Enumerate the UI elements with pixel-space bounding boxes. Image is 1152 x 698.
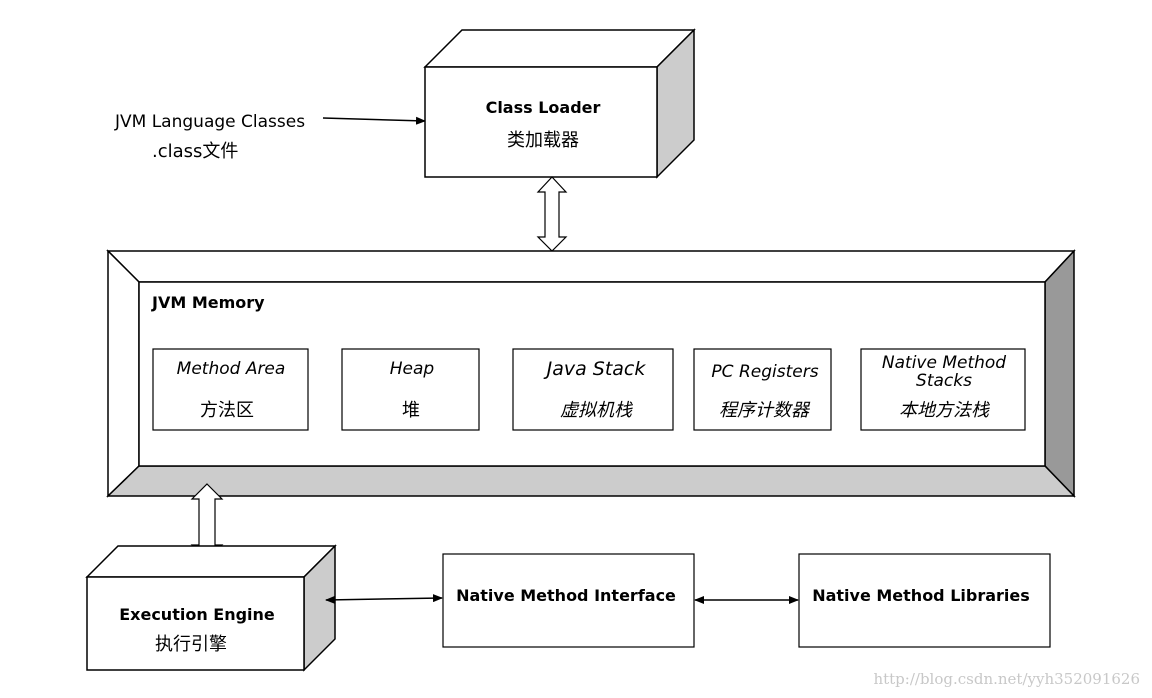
class-loader-memory-arrow: [536, 176, 568, 252]
area-cn-label: 程序计数器: [719, 400, 811, 421]
memory-area-pc-registers: PC Registers 程序计数器: [693, 348, 832, 431]
input-classes-label: JVM Language Classes .class文件: [114, 112, 305, 162]
area-cn-label: 堆: [402, 400, 420, 421]
jvm-memory-block: JVM Memory Method Area 方法区 Heap 堆 Java S…: [106, 249, 1076, 498]
memory-area-native-method-stacks: Native Method Stacks 本地方法栈: [860, 348, 1026, 431]
area-en-label: Heap: [390, 359, 435, 379]
class-loader-block: Class Loader 类加载器: [423, 28, 696, 179]
watermark: http://blog.csdn.net/yyh352091626: [873, 670, 1140, 688]
memory-area-method-area: Method Area 方法区: [152, 348, 309, 431]
input-title: JVM Language Classes: [114, 112, 305, 132]
jvm-architecture-diagram: JVM Language Classes .class文件 Class Load…: [0, 0, 1152, 698]
jvm-memory-title: JVM Memory: [151, 293, 265, 312]
native-libraries-title: Native Method Libraries: [812, 586, 1030, 605]
native-interface-title: Native Method Interface: [456, 586, 676, 605]
area-cn-label: 本地方法栈: [899, 400, 990, 421]
area-cn-label: 方法区: [200, 400, 254, 421]
area-cn-label: 虚拟机栈: [560, 400, 633, 421]
memory-area-java-stack: Java Stack 虚拟机栈: [512, 348, 674, 431]
execution-engine-title: Execution Engine: [119, 605, 275, 624]
native-method-interface-block: Native Method Interface: [442, 553, 695, 648]
engine-interface-arrow: [325, 594, 443, 604]
area-en-label: PC Registers: [711, 362, 818, 382]
native-method-libraries-block: Native Method Libraries: [798, 553, 1051, 648]
class-loader-subtitle: 类加载器: [507, 130, 579, 151]
area-en-label: Method Area: [177, 359, 286, 379]
execution-engine-subtitle: 执行引擎: [155, 634, 227, 655]
execution-engine-block: Execution Engine 执行引擎: [85, 544, 337, 672]
memory-area-heap: Heap 堆: [341, 348, 480, 431]
input-arrow: [322, 116, 426, 125]
class-loader-title: Class Loader: [486, 98, 601, 117]
input-subtitle: .class文件: [152, 141, 238, 162]
area-en-label: Native Method: [882, 353, 1006, 373]
area-en-label-line2: Stacks: [916, 371, 972, 391]
area-en-label: Java Stack: [543, 358, 647, 380]
